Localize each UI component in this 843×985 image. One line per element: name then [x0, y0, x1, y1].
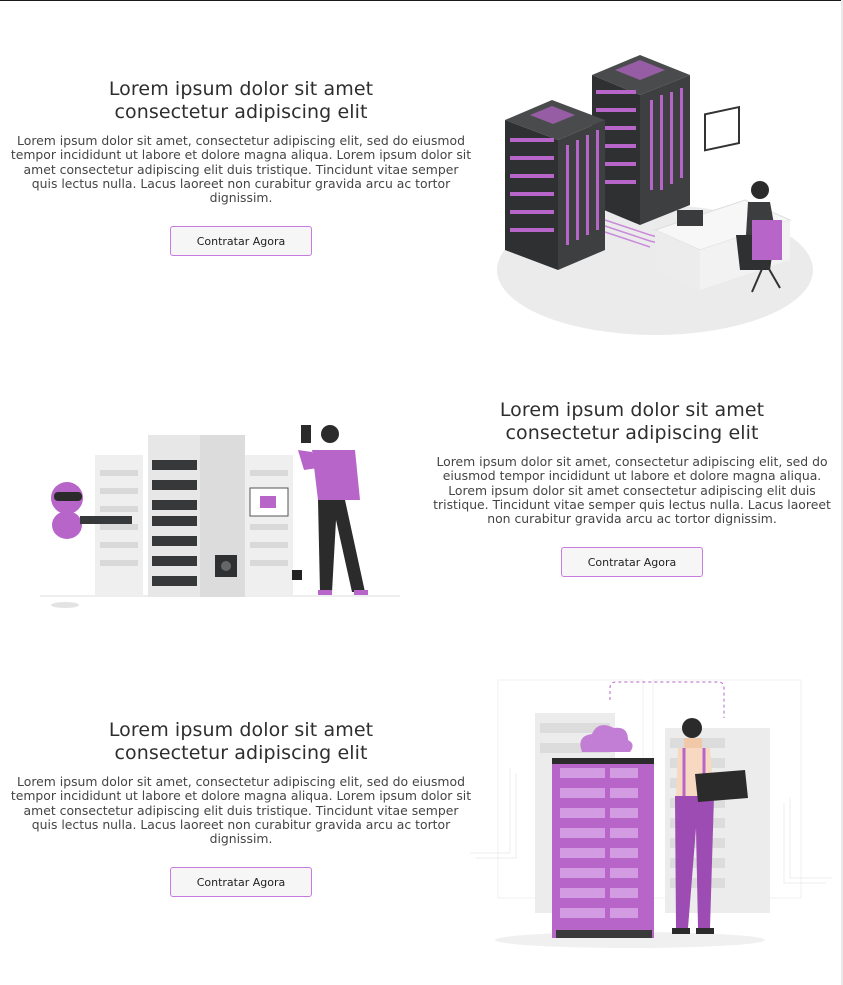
section-3-cta-button[interactable]: Contratar Agora: [170, 867, 312, 898]
section-1-text: Lorem ipsum dolor sit amet consectetur a…: [10, 78, 472, 257]
section-3-text: Lorem ipsum dolor sit amet consectetur a…: [10, 719, 472, 898]
top-border: [0, 0, 843, 1]
section-1-cta-button[interactable]: Contratar Agora: [170, 226, 312, 257]
server-room-workstation-illustration: [497, 55, 813, 335]
section-2-title: Lorem ipsum dolor sit amet consectetur a…: [499, 399, 765, 444]
section-2-cta-button[interactable]: Contratar Agora: [561, 547, 703, 578]
section-3-body: Lorem ipsum dolor sit amet, consectetur …: [10, 774, 472, 847]
section-3-title: Lorem ipsum dolor sit amet consectetur a…: [108, 719, 374, 764]
section-1-title: Lorem ipsum dolor sit amet consectetur a…: [108, 78, 374, 123]
section-2-body: Lorem ipsum dolor sit amet, consectetur …: [433, 454, 831, 527]
cloud-server-laptop-illustration: [470, 679, 832, 948]
robot-server-technician-illustration: [40, 425, 400, 608]
section-2-text: Lorem ipsum dolor sit amet consectetur a…: [432, 399, 832, 578]
section-1-body: Lorem ipsum dolor sit amet, consectetur …: [10, 133, 472, 206]
